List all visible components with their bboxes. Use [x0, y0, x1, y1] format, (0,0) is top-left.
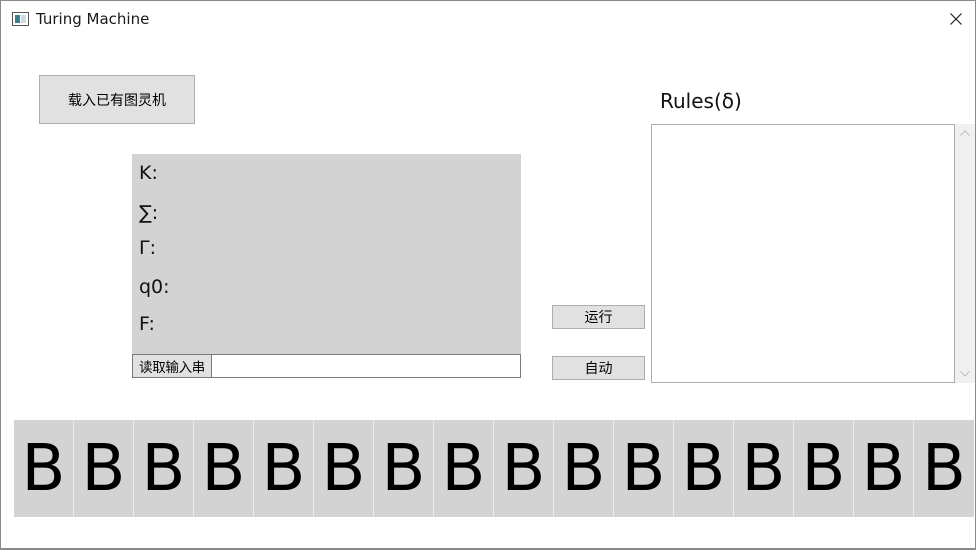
input-string-field[interactable] [212, 354, 521, 378]
close-icon [950, 13, 962, 25]
scroll-down-arrow-icon[interactable] [960, 371, 970, 377]
input-string-row: 读取输入串 [132, 354, 521, 378]
tape-cell: B [854, 420, 914, 517]
tape-cell: B [794, 420, 854, 517]
machine-definition-panel: K: ∑: Γ: q0: F: [132, 154, 521, 354]
tape-cell: B [74, 420, 134, 517]
tape: BBBBBBBBBBBBBBBB [14, 420, 974, 517]
tape-cell: B [922, 431, 966, 506]
tape-cell: B [374, 420, 434, 517]
window-app-icon [12, 12, 29, 26]
tape-cell: B [134, 420, 194, 517]
read-input-button[interactable]: 读取输入串 [132, 354, 212, 378]
run-button[interactable]: 运行 [552, 305, 645, 329]
tape-cell: B [614, 420, 674, 517]
scroll-up-arrow-icon[interactable] [960, 130, 970, 136]
tape-cell: B [434, 420, 494, 517]
tape-cell: B [314, 420, 374, 517]
tape-cell: B [14, 420, 74, 517]
window-title: Turing Machine [36, 10, 150, 28]
rules-title: Rules(δ) [660, 89, 742, 113]
close-button[interactable] [935, 1, 976, 37]
start-state-label: q0: [139, 276, 170, 298]
auto-button[interactable]: 自动 [552, 356, 645, 380]
tape-cell: B [554, 420, 614, 517]
tape-cell: B [494, 420, 554, 517]
tape-alphabet-label: Γ: [139, 237, 156, 259]
tape-cell: B [734, 420, 794, 517]
tape-cell: B [194, 420, 254, 517]
load-existing-machine-button[interactable]: 载入已有图灵机 [39, 75, 195, 124]
turing-machine-window: Turing Machine 载入已有图灵机 K: ∑: Γ: q0: F: 读… [0, 0, 976, 550]
tape-cell: B [674, 420, 734, 517]
states-label: K: [139, 162, 158, 184]
rules-textbox[interactable] [651, 124, 955, 383]
final-states-label: F: [139, 313, 155, 335]
title-bar: Turing Machine [1, 1, 975, 37]
input-alphabet-label: ∑: [139, 202, 159, 224]
rules-scrollbar[interactable] [955, 124, 975, 383]
tape-cell: B [254, 420, 314, 517]
